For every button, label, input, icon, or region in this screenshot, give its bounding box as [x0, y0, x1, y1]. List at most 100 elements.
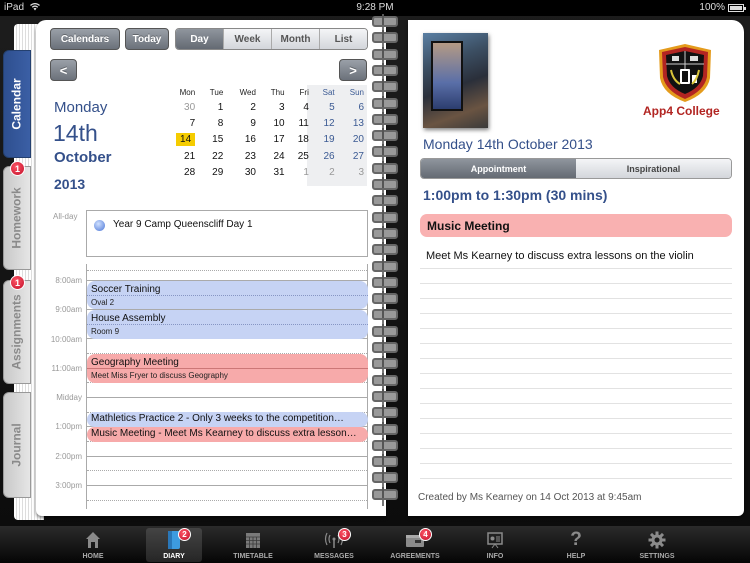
- side-tab-calendar[interactable]: Calendar: [3, 50, 31, 158]
- calendar-day[interactable]: 8: [199, 115, 227, 131]
- next-day-button[interactable]: >: [339, 59, 367, 81]
- battery-percent: 100%: [699, 2, 725, 13]
- calendar-day[interactable]: 17: [260, 132, 289, 148]
- calendar-day[interactable]: 20: [339, 132, 368, 148]
- calendar-day[interactable]: 1: [199, 99, 227, 115]
- calendar-day-number: 29: [212, 167, 224, 179]
- tab-inspirational[interactable]: Inspirational: [576, 159, 731, 178]
- spiral-ring: [372, 405, 398, 419]
- calendar-day-number: 13: [352, 118, 364, 130]
- calendar-day[interactable]: 31: [260, 165, 289, 181]
- event-geography-meeting[interactable]: Geography Meeting Meet Miss Fryer to dis…: [87, 354, 368, 383]
- tab-help[interactable]: ? HELP: [541, 528, 611, 562]
- calendar-day[interactable]: 15: [199, 132, 227, 148]
- calendar-day[interactable]: 13: [339, 115, 368, 131]
- view-list-tab[interactable]: List: [319, 29, 367, 49]
- notebook-line: [420, 388, 732, 389]
- today-button[interactable]: Today: [125, 28, 169, 50]
- time-label: 2:00pm: [55, 452, 82, 461]
- calendar-day[interactable]: 12: [313, 115, 339, 131]
- tab-settings[interactable]: SETTINGS: [622, 528, 692, 562]
- all-day-event-title: Year 9 Camp Queenscliff Day 1: [113, 219, 253, 230]
- spiral-binding: [368, 14, 398, 504]
- spiral-ring: [372, 291, 398, 305]
- calendar-day[interactable]: 10: [260, 115, 289, 131]
- tab-agreements[interactable]: 4 AGREEMENTS: [380, 528, 450, 562]
- view-segmented-control: Day Week Month List: [175, 28, 368, 50]
- side-tab-journal[interactable]: Journal: [3, 392, 31, 498]
- side-tab-label: Journal: [10, 423, 24, 467]
- all-day-event-box[interactable]: Year 9 Camp Queenscliff Day 1: [86, 210, 368, 257]
- calendar-day[interactable]: 3: [339, 165, 368, 181]
- tab-label: MESSAGES: [314, 553, 354, 560]
- calendar-day-number: 5: [329, 101, 335, 113]
- calendar-day-number: 9: [250, 118, 256, 130]
- calendar-day[interactable]: 24: [260, 148, 289, 164]
- view-month-tab[interactable]: Month: [271, 29, 319, 49]
- calendar-day[interactable]: 28: [162, 165, 199, 181]
- college-name: App4 College: [643, 104, 720, 118]
- calendar-day[interactable]: 3: [260, 99, 289, 115]
- spiral-ring: [372, 421, 398, 435]
- notebook-line: [420, 298, 732, 299]
- tab-info[interactable]: INFO: [460, 528, 530, 562]
- calendar-day[interactable]: 4: [289, 99, 313, 115]
- calendar-day[interactable]: 5: [313, 99, 339, 115]
- view-day-tab[interactable]: Day: [176, 29, 223, 49]
- calendar-day[interactable]: 16: [227, 132, 260, 148]
- side-tab-homework[interactable]: 1 Homework: [3, 161, 31, 270]
- calendar-day-number: 20: [352, 134, 364, 146]
- calendar-day[interactable]: 22: [199, 148, 227, 164]
- tab-messages[interactable]: 3 MESSAGES: [299, 528, 369, 562]
- event-title: Mathletics Practice 2 - Only 3 weeks to …: [91, 413, 344, 424]
- calendar-day-number: 17: [273, 134, 285, 146]
- calendar-day[interactable]: 1: [289, 165, 313, 181]
- tab-diary[interactable]: 2 DIARY: [146, 528, 202, 562]
- calendar-day[interactable]: 29: [199, 165, 227, 181]
- tab-label: HOME: [82, 553, 104, 560]
- calendar-day[interactable]: 25: [289, 148, 313, 164]
- detail-segmented-control: Appointment Inspirational: [420, 158, 732, 179]
- calendar-day[interactable]: 21: [162, 148, 199, 164]
- hour-line: [87, 456, 367, 457]
- tab-timetable[interactable]: TIMETABLE: [218, 528, 288, 562]
- selected-day-number: 14th: [53, 120, 98, 146]
- tab-home[interactable]: HOME: [58, 528, 128, 562]
- college-crest-logo: [659, 44, 711, 102]
- calendar-day[interactable]: 30: [162, 99, 199, 115]
- calendar-day[interactable]: 19: [313, 132, 339, 148]
- calendar-day[interactable]: 2: [313, 165, 339, 181]
- event-house-assembly[interactable]: House Assembly Room 9: [87, 310, 368, 339]
- prev-day-button[interactable]: <: [50, 59, 77, 81]
- calendar-day[interactable]: 18: [289, 132, 313, 148]
- event-music-meeting[interactable]: Music Meeting - Meet Ms Kearney to discu…: [87, 427, 368, 442]
- event-soccer-training[interactable]: Soccer Training Oval 2: [87, 281, 368, 309]
- tab-appointment[interactable]: Appointment: [421, 159, 576, 178]
- calendar-day[interactable]: 30: [227, 165, 260, 181]
- view-week-tab[interactable]: Week: [223, 29, 271, 49]
- calendar-day[interactable]: 11: [289, 115, 313, 131]
- event-title: Music Meeting - Meet Ms Kearney to discu…: [91, 428, 357, 439]
- photo-poster: [431, 41, 463, 111]
- calendar-day[interactable]: 14: [162, 132, 199, 148]
- calendar-day[interactable]: 27: [339, 148, 368, 164]
- calendar-day[interactable]: 7: [162, 115, 199, 131]
- calendar-day-number: 30: [184, 101, 196, 113]
- calendar-day[interactable]: 23: [227, 148, 260, 164]
- weekday-header: Sun: [349, 87, 364, 97]
- time-label: 11:00am: [51, 364, 82, 373]
- spiral-ring: [372, 372, 398, 386]
- selected-year: 2013: [54, 176, 86, 192]
- calendar-day-number: 31: [273, 167, 285, 179]
- calendar-day[interactable]: 6: [339, 99, 368, 115]
- homework-badge: 1: [10, 161, 25, 176]
- event-mathletics-practice[interactable]: Mathletics Practice 2 - Only 3 weeks to …: [87, 412, 368, 427]
- spiral-ring: [372, 160, 398, 174]
- calendar-day[interactable]: 26: [313, 148, 339, 164]
- detail-event-description: Meet Ms Kearney to discuss extra lessons…: [426, 250, 694, 262]
- settings-icon: [647, 530, 667, 550]
- calendar-day[interactable]: 2: [227, 99, 260, 115]
- calendar-day[interactable]: 9: [227, 115, 260, 131]
- side-tab-assignments[interactable]: 1 Assignments: [3, 275, 31, 384]
- calendars-button[interactable]: Calendars: [50, 28, 120, 50]
